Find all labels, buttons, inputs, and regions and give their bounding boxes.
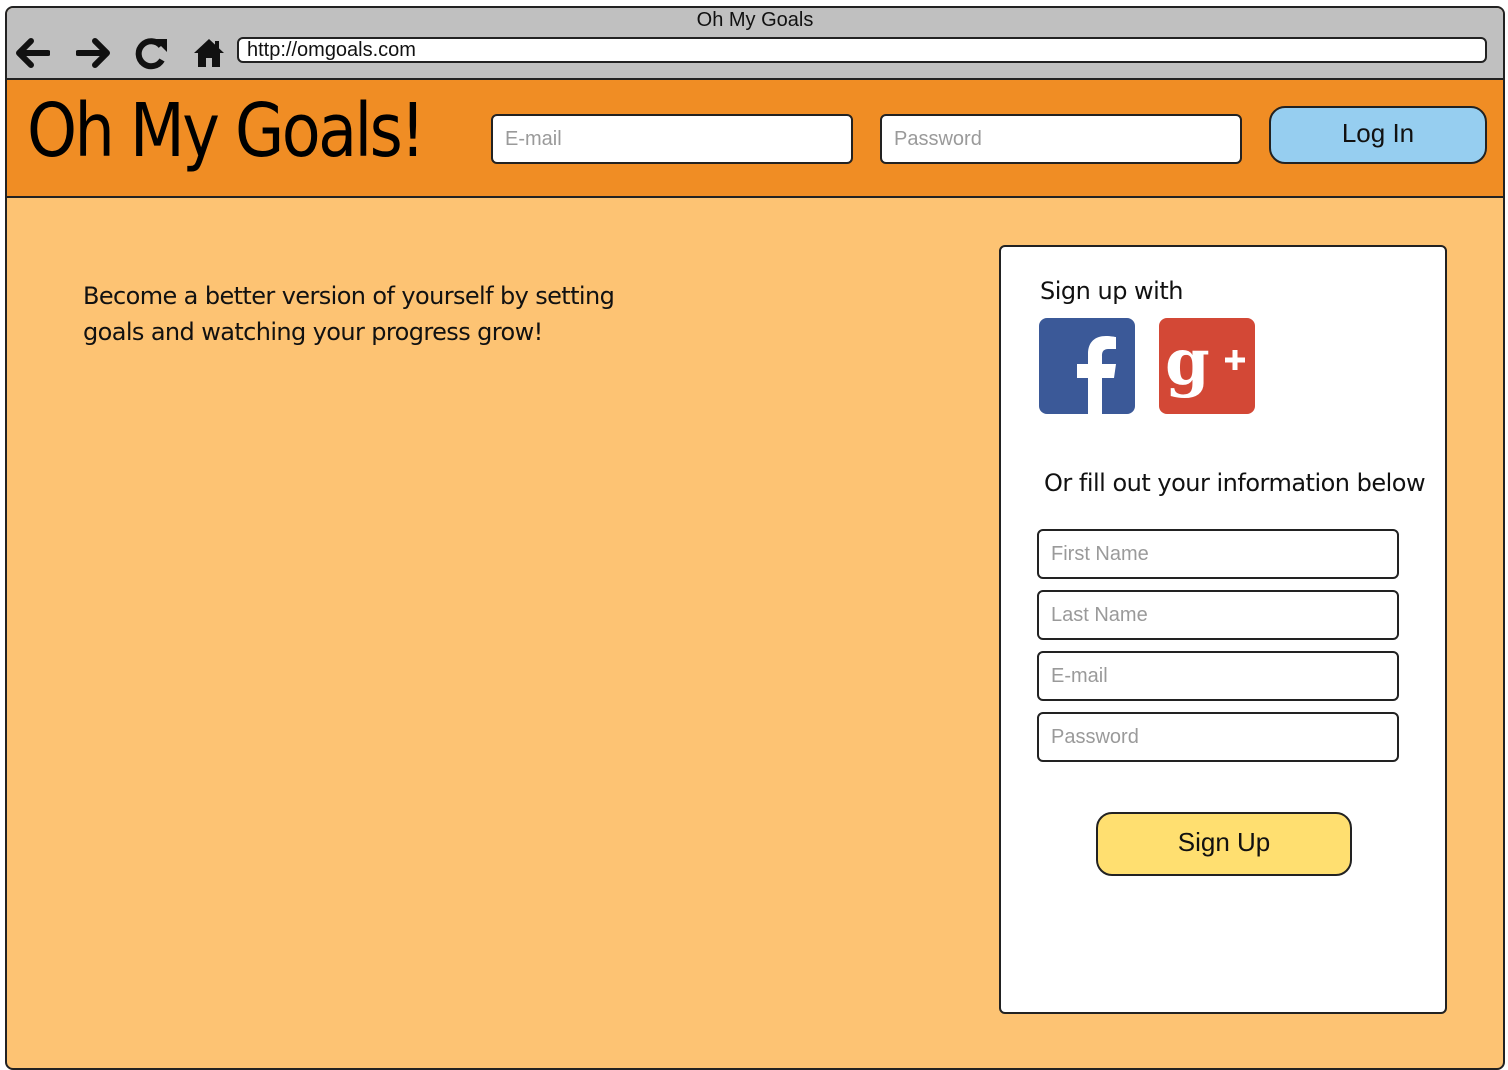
login-button[interactable]: Log In <box>1269 106 1487 164</box>
signup-panel: Sign up with g Or fill out your informat… <box>999 245 1447 1014</box>
social-signup-heading: Sign up with <box>1040 277 1183 305</box>
google-plus-icon[interactable]: g <box>1159 318 1255 414</box>
site-logo: Oh My Goals! <box>27 88 426 174</box>
forward-arrow-icon[interactable] <box>73 36 113 70</box>
signup-email-input[interactable] <box>1037 651 1399 701</box>
browser-titlebar: Oh My Goals http://omgoals.com <box>7 8 1503 80</box>
browser-window: Oh My Goals http://omgoals.com Oh My Goa… <box>5 6 1505 1070</box>
window-title: Oh My Goals <box>696 9 814 31</box>
login-email-input[interactable] <box>491 114 853 164</box>
signup-password-input[interactable] <box>1037 712 1399 762</box>
tagline: Become a better version of yourself by s… <box>83 282 615 346</box>
reload-icon[interactable] <box>131 36 171 70</box>
home-icon[interactable] <box>189 36 229 70</box>
last-name-input[interactable] <box>1037 590 1399 640</box>
site-header: Oh My Goals! Log In <box>7 80 1503 198</box>
login-password-input[interactable] <box>880 114 1242 164</box>
first-name-input[interactable] <box>1037 529 1399 579</box>
form-heading: Or fill out your information below <box>1044 469 1426 497</box>
back-arrow-icon[interactable] <box>13 36 53 70</box>
svg-text:g: g <box>1165 325 1210 400</box>
facebook-icon[interactable] <box>1039 318 1135 414</box>
url-bar[interactable]: http://omgoals.com <box>237 37 1487 63</box>
signup-button[interactable]: Sign Up <box>1096 812 1352 876</box>
